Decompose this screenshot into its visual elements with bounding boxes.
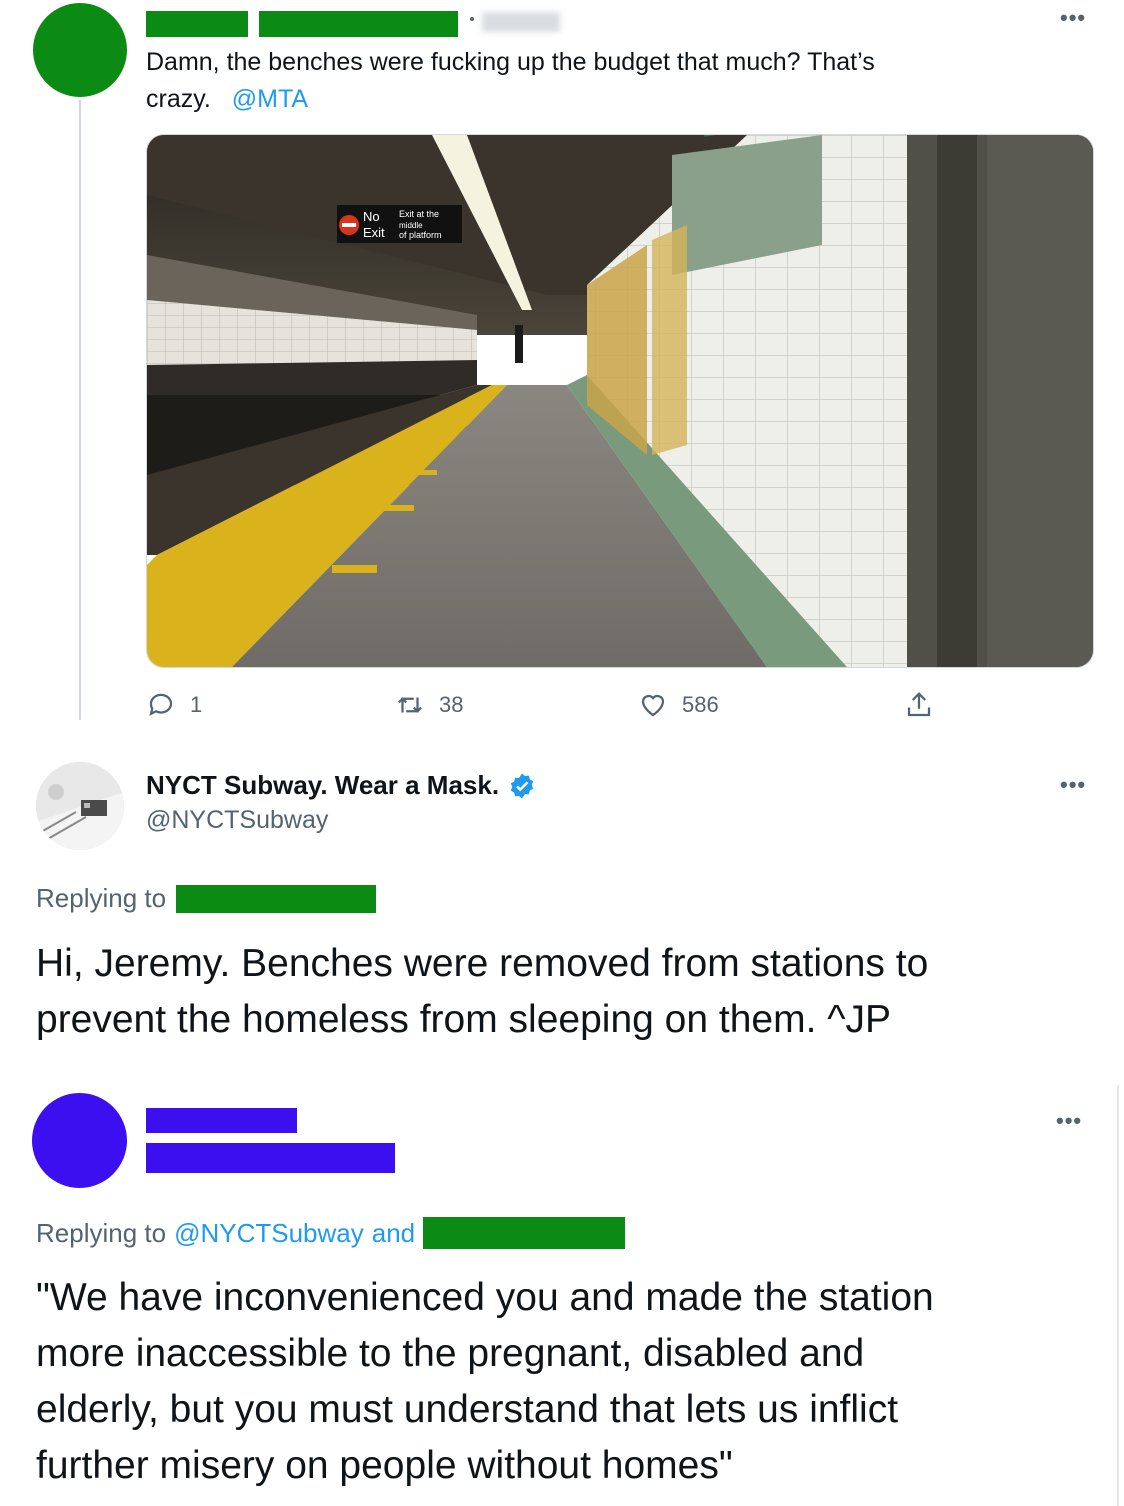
display-name-text: NYCT Subway. Wear a Mask. <box>146 770 500 800</box>
replying-to-handle-redacted[interactable] <box>176 884 377 913</box>
subway-platform-image: 23RD STREET No Exit Exit at the middle o… <box>147 135 1093 667</box>
replying-to-text: Replying to <box>36 1217 167 1248</box>
display-name[interactable]: NYCT Subway. Wear a Mask. <box>146 770 537 801</box>
reply-action[interactable]: 1 <box>146 690 202 720</box>
tweet-text-line-3: elderly, but you must understand that le… <box>36 1388 899 1431</box>
replying-to-handle-redacted[interactable] <box>423 1217 626 1249</box>
retweet-icon <box>397 697 423 713</box>
display-name-redacted[interactable] <box>146 1108 297 1133</box>
tweet-text-line-1: Damn, the benches were fucking up the bu… <box>146 48 875 76</box>
sign-exit-at-the: Exit at the <box>399 209 439 219</box>
tweet-text-line-2: more inaccessible to the pregnant, disab… <box>36 1332 865 1375</box>
sign-middle: middle <box>399 221 423 230</box>
display-name-redacted[interactable] <box>146 11 248 37</box>
sign-no: No <box>363 209 380 224</box>
handle[interactable]: @NYCTSubway <box>146 806 328 835</box>
more-options-icon[interactable]: ••• <box>1060 774 1086 796</box>
reply-count: 1 <box>190 692 203 717</box>
like-count: 586 <box>682 692 719 717</box>
more-options-icon[interactable]: ••• <box>1060 7 1086 29</box>
train-snow-photo-icon <box>36 762 124 850</box>
reply-icon <box>149 693 173 716</box>
share-icon <box>907 692 931 717</box>
tweet-text-line-2-text: crazy. <box>146 85 211 113</box>
tweet-text-line-1: Hi, Jeremy. Benches were removed from st… <box>36 942 929 985</box>
share-action[interactable] <box>904 690 934 720</box>
like-action[interactable]: 586 <box>638 690 719 720</box>
heart-icon <box>641 694 665 717</box>
avatar-nyct[interactable] <box>36 762 124 850</box>
handle-redacted[interactable] <box>259 11 458 37</box>
replying-to-label: Replying to <box>36 883 377 914</box>
tweet-photo[interactable]: 23RD STREET No Exit Exit at the middle o… <box>146 134 1094 668</box>
tweet-text: "We have inconvenienced you and made the… <box>36 1270 1106 1494</box>
sign-exit: Exit <box>363 225 385 240</box>
thread-connector <box>79 100 81 720</box>
tweet-text-line-2: crazy. @MTA <box>146 81 1046 118</box>
replying-to-mention[interactable]: @NYCTSubway <box>174 1218 364 1249</box>
avatar-redacted[interactable] <box>32 1093 127 1188</box>
tweet-text: Hi, Jeremy. Benches were removed from st… <box>36 936 1096 1048</box>
replying-to-text: Replying to <box>36 883 167 913</box>
divider <box>1117 1085 1119 1506</box>
more-options-icon[interactable]: ••• <box>1056 1110 1082 1132</box>
retweet-action[interactable]: 38 <box>395 690 463 720</box>
retweet-count: 38 <box>439 692 464 717</box>
replying-to-label: Replying to @NYCTSubway and <box>36 1217 626 1249</box>
tweet-text: Damn, the benches were fucking up the bu… <box>146 44 1046 118</box>
avatar-redacted[interactable] <box>33 3 127 97</box>
sign-of-platform: of platform <box>399 230 442 240</box>
verified-badge-icon <box>510 773 534 798</box>
tweet-text-line-1: "We have inconvenienced you and made the… <box>36 1276 934 1319</box>
separator-dot <box>470 17 474 21</box>
tweet-text-line-4: further misery on people without homes" <box>36 1444 733 1487</box>
timestamp-blurred <box>482 12 560 32</box>
replying-to-and: and <box>371 1217 416 1248</box>
mention-link[interactable]: @MTA <box>232 85 308 113</box>
tweet-text-line-2: prevent the homeless from sleeping on th… <box>36 998 892 1041</box>
handle-redacted[interactable] <box>146 1143 395 1173</box>
